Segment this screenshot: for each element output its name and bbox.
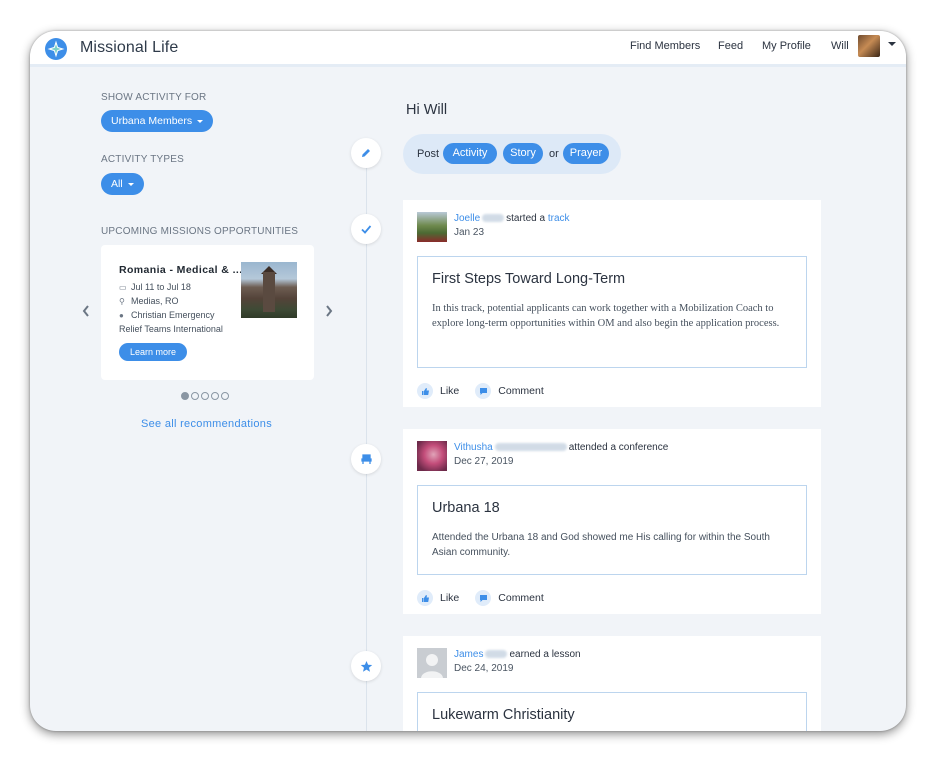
- lesson-title[interactable]: Lukewarm Christianity: [432, 707, 575, 723]
- carousel-dot[interactable]: [201, 392, 209, 400]
- calendar-icon: ▭: [119, 283, 127, 292]
- like-button[interactable]: Like: [417, 590, 459, 606]
- caret-down-icon: [197, 119, 204, 123]
- user-menu-caret-icon[interactable]: [888, 42, 896, 46]
- conference-title[interactable]: Urbana 18: [432, 500, 500, 516]
- member-name-link[interactable]: James: [454, 649, 483, 660]
- opportunity-location-text: Medias, RO: [131, 296, 179, 306]
- learn-more-button[interactable]: Learn more: [119, 343, 187, 361]
- activity-types-dropdown[interactable]: All: [101, 173, 144, 195]
- opportunity-org: ● Christian Emergency: [119, 310, 215, 320]
- card-actions: Like Comment: [417, 590, 560, 606]
- nav-user-name[interactable]: Will: [831, 40, 849, 52]
- upcoming-missions-label: UPCOMING MISSIONS OPPORTUNITIES: [101, 226, 299, 237]
- pencil-icon: [351, 138, 381, 168]
- activity-verb: started a: [506, 213, 546, 224]
- thumbs-up-icon: [417, 383, 433, 399]
- like-label: Like: [440, 592, 460, 604]
- opportunity-dates: ▭ Jul 11 to Jul 18: [119, 282, 191, 292]
- greeting: Hi Will: [406, 102, 448, 118]
- avatar[interactable]: [417, 212, 447, 242]
- activity-verb: earned a lesson: [509, 649, 581, 660]
- carousel-prev-icon[interactable]: [81, 304, 91, 318]
- conference-preview[interactable]: Urbana 18 Attended the Urbana 18 and God…: [417, 485, 807, 575]
- like-button[interactable]: Like: [417, 383, 459, 399]
- track-preview[interactable]: First Steps Toward Long-Term In this tra…: [417, 256, 807, 368]
- thumbs-up-icon: [417, 590, 433, 606]
- missional-life-logo-icon[interactable]: [45, 38, 67, 60]
- activity-date: Dec 24, 2019: [454, 663, 514, 674]
- comment-icon: [475, 383, 492, 399]
- nav-find-members[interactable]: Find Members: [630, 40, 700, 52]
- top-navbar: Missional Life Find Members Feed My Prof…: [30, 31, 906, 67]
- conference-description: Attended the Urbana 18 and God showed me…: [432, 532, 770, 558]
- see-all-recommendations-link[interactable]: See all recommendations: [141, 418, 272, 430]
- location-pin-icon: ⚲: [119, 297, 125, 306]
- show-activity-value: Urbana Members: [111, 115, 193, 127]
- post-composer: Post Activity Story or Prayer: [403, 134, 621, 174]
- nav-my-profile[interactable]: My Profile: [762, 40, 811, 52]
- carousel-next-icon[interactable]: [324, 304, 334, 318]
- feed-card: Joelle started a track Jan 23 First Steps…: [403, 200, 821, 407]
- member-name-link[interactable]: Vithusha: [454, 442, 493, 453]
- star-icon: [351, 651, 381, 681]
- redacted-surname: [494, 443, 567, 452]
- app-window: Missional Life Find Members Feed My Prof…: [30, 31, 906, 731]
- show-activity-dropdown[interactable]: Urbana Members: [101, 110, 214, 132]
- opportunity-card[interactable]: Romania - Medical & ... ▭ Jul 11 to Jul 1…: [101, 245, 314, 380]
- user-avatar[interactable]: [858, 35, 880, 57]
- group-icon: ●: [119, 311, 124, 320]
- caret-down-icon: [127, 182, 134, 186]
- activity-date: Jan 23: [454, 227, 485, 238]
- carousel-dot[interactable]: [191, 392, 199, 400]
- carousel-dot[interactable]: [181, 392, 189, 400]
- track-link[interactable]: track: [548, 213, 570, 224]
- feed-card: Vithusha attended a conference Dec 27, 20…: [403, 429, 821, 614]
- track-title[interactable]: First Steps Toward Long-Term: [432, 271, 625, 287]
- checkmark-icon: [351, 214, 381, 244]
- post-prayer-button[interactable]: Prayer: [563, 143, 609, 164]
- opportunity-title[interactable]: Romania - Medical & ...: [119, 264, 244, 276]
- redacted-surname: [485, 650, 508, 659]
- carousel-dots: [181, 392, 229, 400]
- like-label: Like: [440, 385, 460, 397]
- show-activity-label: SHOW ACTIVITY FOR: [101, 92, 207, 103]
- avatar[interactable]: [417, 648, 447, 678]
- opportunity-image[interactable]: [241, 262, 297, 318]
- activity-headline: Vithusha attended a conference: [454, 442, 668, 453]
- activity-verb: attended a conference: [568, 442, 669, 453]
- castle-tower-shape: [263, 272, 275, 312]
- comment-icon: [475, 590, 492, 606]
- activity-headline: James earned a lesson: [454, 649, 581, 660]
- conference-chair-icon: [351, 444, 381, 474]
- comment-label: Comment: [498, 592, 544, 604]
- comment-button[interactable]: Comment: [475, 383, 544, 399]
- post-activity-button[interactable]: Activity: [443, 143, 497, 164]
- comment-label: Comment: [498, 385, 544, 397]
- lesson-preview[interactable]: Lukewarm Christianity: [417, 692, 807, 731]
- app-title[interactable]: Missional Life: [80, 39, 178, 57]
- redacted-surname: [482, 214, 505, 223]
- avatar[interactable]: [417, 441, 447, 471]
- post-or-text: or: [549, 148, 559, 160]
- activity-types-label: ACTIVITY TYPES: [101, 154, 185, 165]
- carousel-dot[interactable]: [211, 392, 219, 400]
- activity-headline: Joelle started a track: [454, 213, 570, 224]
- post-label: Post: [417, 148, 440, 160]
- nav-feed[interactable]: Feed: [718, 40, 743, 52]
- feed-card: James earned a lesson Dec 24, 2019 Lukewa…: [403, 636, 821, 731]
- activity-types-value: All: [111, 178, 123, 190]
- opportunity-location: ⚲ Medias, RO: [119, 296, 179, 306]
- activity-date: Dec 27, 2019: [454, 456, 514, 467]
- carousel-dot[interactable]: [221, 392, 229, 400]
- opportunity-org-line2: Relief Teams International: [119, 324, 223, 334]
- track-description: In this track, potential applicants can …: [432, 303, 780, 329]
- member-name-link[interactable]: Joelle: [454, 213, 480, 224]
- opportunity-org-line1: Christian Emergency: [131, 310, 215, 320]
- comment-button[interactable]: Comment: [475, 590, 544, 606]
- opportunity-dates-text: Jul 11 to Jul 18: [131, 282, 191, 292]
- post-story-button[interactable]: Story: [503, 143, 543, 164]
- card-actions: Like Comment: [417, 383, 560, 399]
